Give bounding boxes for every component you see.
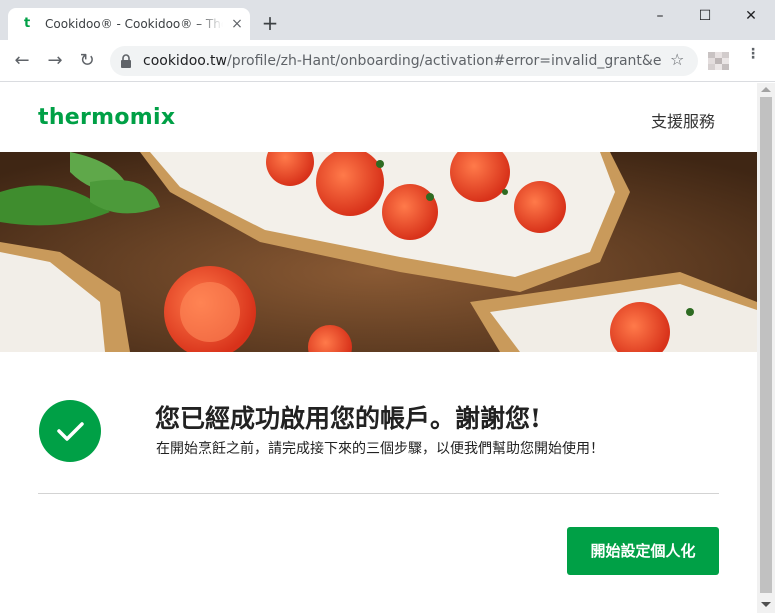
address-bar[interactable]: cookidoo.tw/profile/zh-Hant/onboarding/a… bbox=[110, 46, 698, 76]
cookidoo-favicon-icon: t bbox=[24, 16, 31, 31]
browser-titlebar: t Cookidoo® - Cookidoo® – The × + – ☐ ✕ bbox=[0, 0, 775, 40]
browser-toolbar: ← → ↻ cookidoo.tw/profile/zh-Hant/onboar… bbox=[0, 40, 775, 82]
page-viewport: thermomix 支援服務 您已經成功啟用您的帳戶。謝謝您! 在開始烹飪之前，… bbox=[0, 83, 757, 613]
url-path: /profile/zh-Hant/onboarding/activation#e… bbox=[227, 53, 663, 69]
window-close-button[interactable]: ✕ bbox=[739, 6, 763, 26]
new-tab-button[interactable]: + bbox=[260, 13, 280, 33]
tab-title: Cookidoo® - Cookidoo® – The bbox=[45, 17, 223, 31]
url-text[interactable]: cookidoo.tw/profile/zh-Hant/onboarding/a… bbox=[143, 53, 663, 69]
minimize-button[interactable]: – bbox=[648, 6, 672, 26]
lock-icon bbox=[121, 54, 131, 68]
bookmark-star-icon[interactable]: ☆ bbox=[670, 51, 688, 69]
scroll-thumb[interactable] bbox=[760, 97, 772, 593]
success-check-icon bbox=[39, 400, 101, 462]
start-personalization-button[interactable]: 開始設定個人化 bbox=[567, 527, 719, 575]
url-host: cookidoo.tw bbox=[143, 53, 227, 69]
instruction-text: 在開始烹飪之前，請完成接下來的三個步驟，以便我們幫助您開始使用！ bbox=[156, 441, 604, 457]
maximize-button[interactable]: ☐ bbox=[693, 6, 717, 26]
profile-avatar[interactable] bbox=[708, 52, 734, 70]
tab-close-icon[interactable]: × bbox=[230, 17, 244, 31]
thermomix-logo[interactable]: thermomix bbox=[38, 105, 175, 131]
divider bbox=[38, 493, 719, 494]
browser-tab[interactable]: t Cookidoo® - Cookidoo® – The × bbox=[8, 8, 250, 40]
forward-button[interactable]: → bbox=[44, 50, 66, 72]
reload-button[interactable]: ↻ bbox=[76, 50, 98, 72]
hero-image bbox=[0, 152, 757, 352]
browser-menu-icon[interactable]: ⋮ bbox=[746, 47, 760, 71]
page-scrollbar[interactable] bbox=[757, 83, 775, 613]
bruschetta-image bbox=[0, 152, 757, 352]
back-button[interactable]: ← bbox=[11, 50, 33, 72]
check-icon bbox=[57, 422, 84, 441]
scroll-down-arrow-icon[interactable] bbox=[761, 602, 771, 607]
support-link[interactable]: 支援服務 bbox=[651, 108, 715, 132]
page-title: 您已經成功啟用您的帳戶。謝謝您! bbox=[155, 404, 541, 433]
scroll-up-arrow-icon[interactable] bbox=[761, 87, 771, 92]
